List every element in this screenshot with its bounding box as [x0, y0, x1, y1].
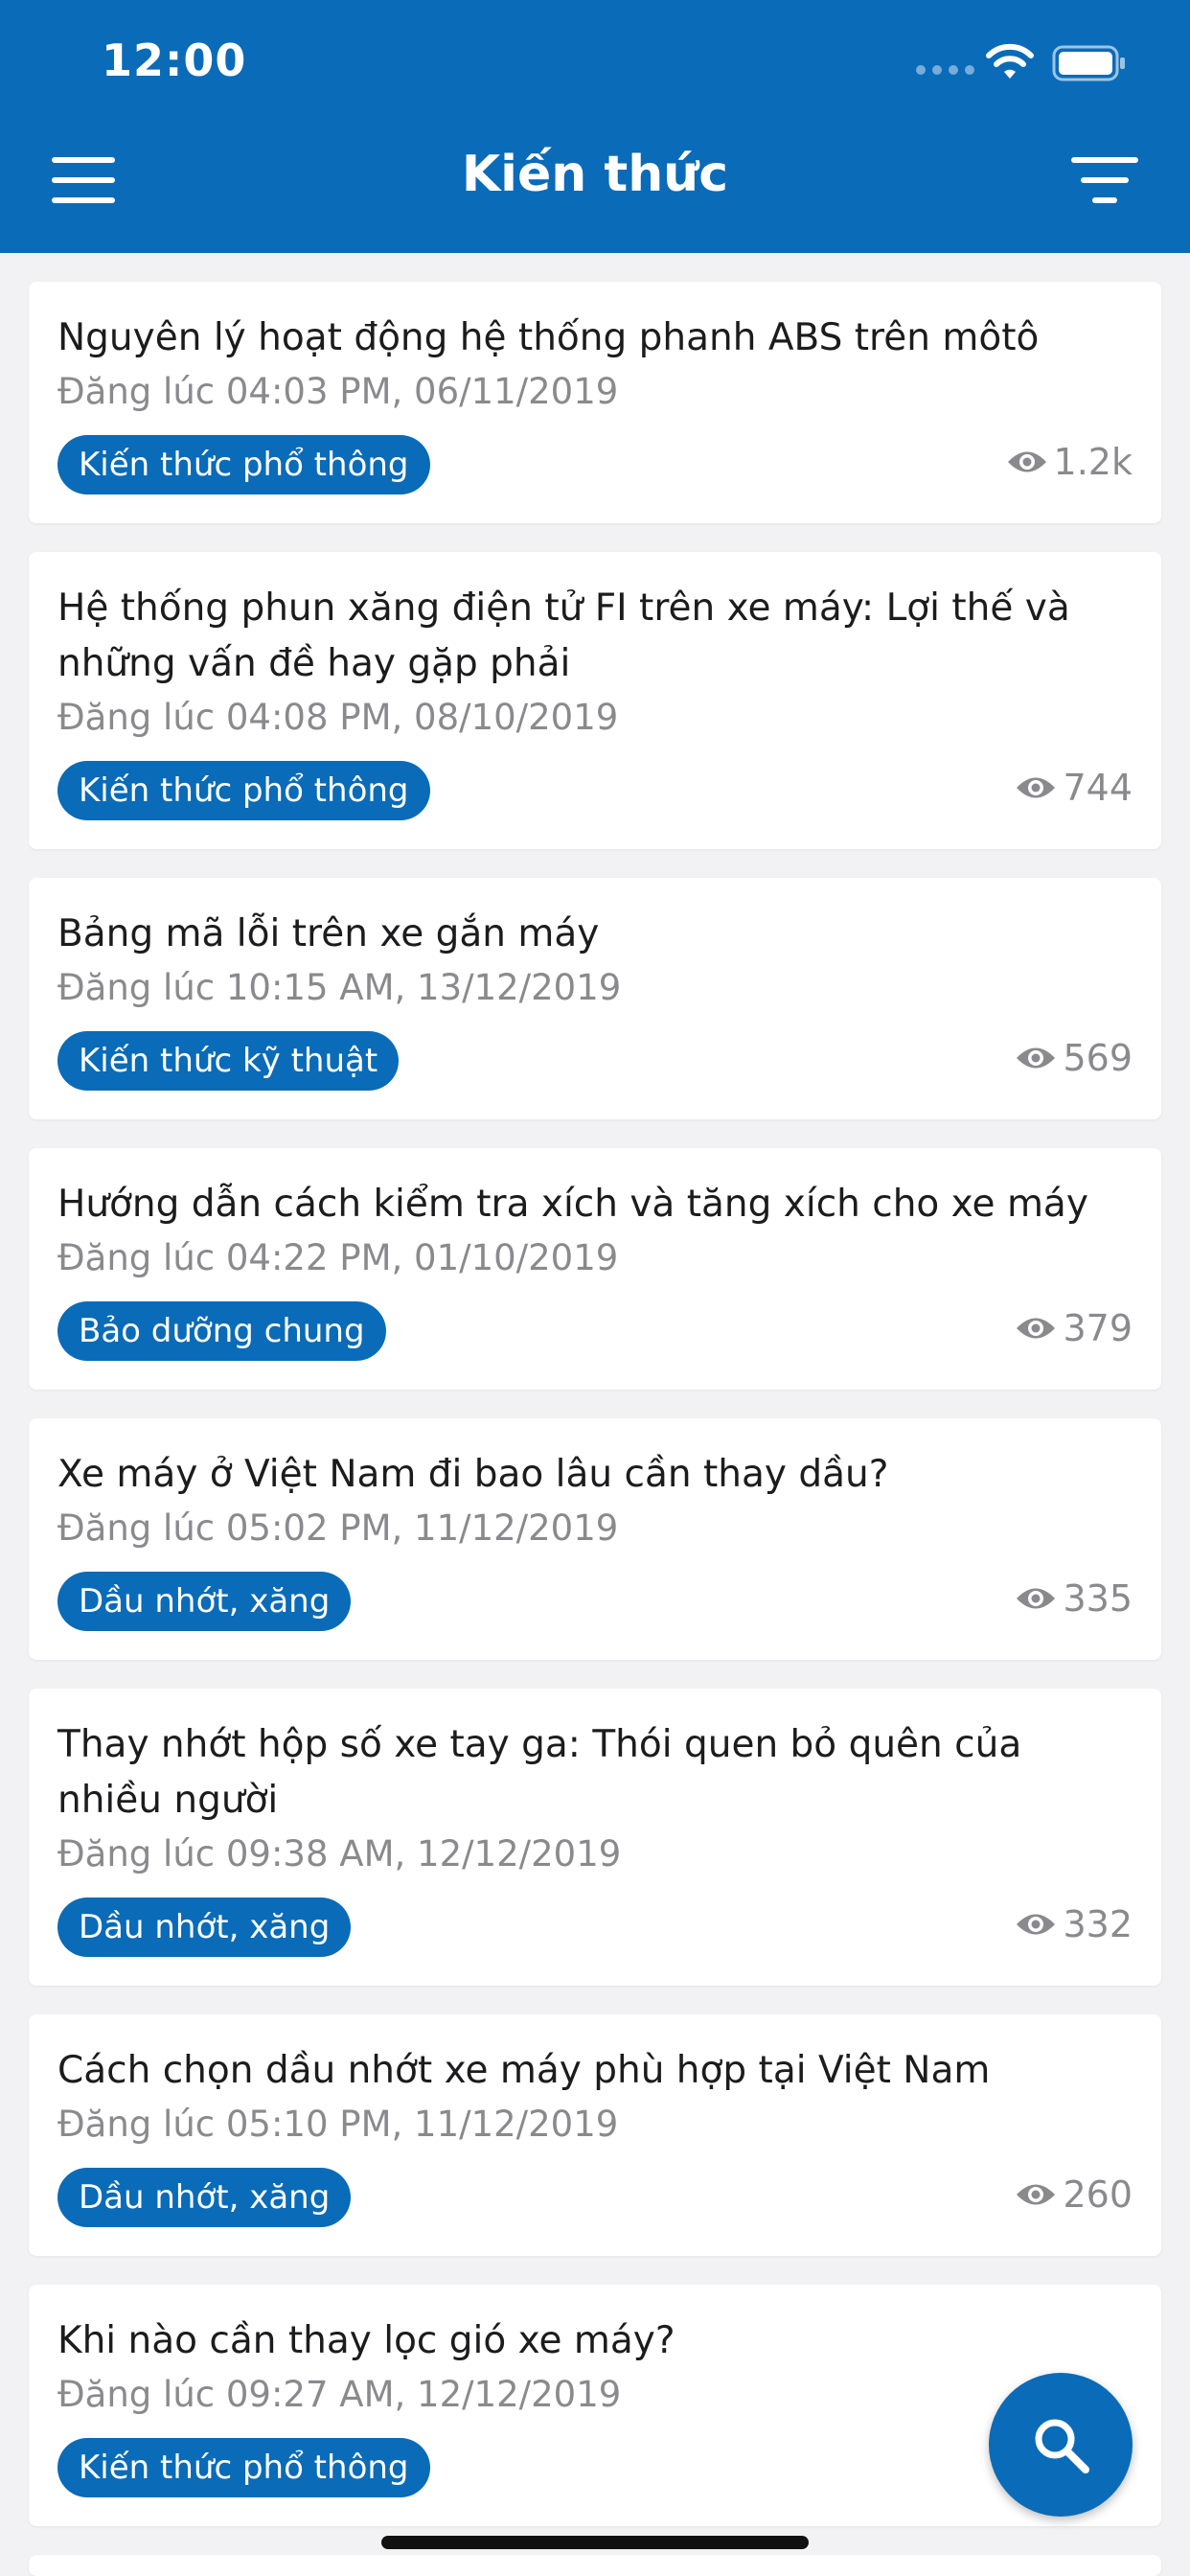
eye-icon — [1007, 451, 1046, 472]
eye-icon — [1017, 1318, 1056, 1339]
article-date: Đăng lúc 04:22 PM, 01/10/2019 — [57, 1237, 619, 1278]
cellular-signal-icon — [916, 65, 974, 75]
search-button[interactable] — [989, 2373, 1133, 2517]
article-category-tag[interactable]: Kiến thức kỹ thuật — [57, 1031, 400, 1091]
article-title: Nguyên lý hoạt động hệ thống phanh ABS t… — [57, 316, 1040, 359]
article-category-tag[interactable]: Bảo dưỡng chung — [57, 1301, 386, 1361]
article-card[interactable] — [29, 2555, 1161, 2576]
article-card[interactable]: Nguyên lý hoạt động hệ thống phanh ABS t… — [29, 282, 1161, 523]
article-views: 379 — [1015, 1307, 1133, 1349]
battery-icon — [1052, 45, 1125, 81]
article-views: 569 — [1015, 1037, 1133, 1079]
view-count: 569 — [1063, 1037, 1133, 1079]
view-count: 744 — [1063, 767, 1133, 809]
eye-icon — [1017, 1914, 1056, 1935]
eye-icon — [1017, 1588, 1056, 1609]
article-date: Đăng lúc 04:08 PM, 08/10/2019 — [57, 697, 619, 738]
article-date: Đăng lúc 09:38 AM, 12/12/2019 — [57, 1833, 622, 1874]
page-title: Kiến thức — [461, 146, 729, 203]
article-title: Cách chọn dầu nhớt xe máy phù hợp tại Vi… — [57, 2049, 991, 2092]
article-card[interactable]: Hệ thống phun xăng điện tử FI trên xe má… — [29, 552, 1161, 849]
article-category-tag[interactable]: Dầu nhớt, xăng — [57, 1572, 352, 1631]
article-views: 744 — [1015, 767, 1133, 809]
status-time: 12:00 — [102, 34, 247, 86]
article-views: 260 — [1015, 2174, 1133, 2216]
article-category-tag[interactable]: Kiến thức phổ thông — [57, 435, 430, 494]
app-header: 12:00 Kiến thức — [0, 0, 1190, 253]
article-date: Đăng lúc 09:27 AM, 12/12/2019 — [57, 2374, 622, 2415]
article-card[interactable]: Hướng dẫn cách kiểm tra xích và tăng xíc… — [29, 1148, 1161, 1390]
article-title: Hướng dẫn cách kiểm tra xích và tăng xíc… — [57, 1183, 1088, 1226]
article-title: Thay nhớt hộp số xe tay ga: Thói quen bỏ… — [57, 1723, 1022, 1822]
article-views: 332 — [1015, 1903, 1133, 1945]
article-date: Đăng lúc 10:15 AM, 13/12/2019 — [57, 967, 622, 1008]
article-title: Bảng mã lỗi trên xe gắn máy — [57, 912, 600, 955]
filter-icon — [1071, 157, 1138, 163]
article-title: Hệ thống phun xăng điện tử FI trên xe má… — [57, 586, 1070, 685]
article-category-tag[interactable]: Kiến thức phổ thông — [57, 2438, 430, 2497]
view-count: 260 — [1063, 2174, 1133, 2216]
view-count: 1.2k — [1053, 441, 1133, 483]
article-category-tag[interactable]: Kiến thức phổ thông — [57, 761, 430, 820]
view-count: 379 — [1063, 1307, 1133, 1349]
home-indicator — [381, 2536, 809, 2549]
article-card[interactable]: Khi nào cần thay lọc gió xe máy? Đăng lú… — [29, 2285, 1161, 2526]
article-date: Đăng lúc 05:10 PM, 11/12/2019 — [57, 2104, 619, 2145]
wifi-icon — [986, 43, 1034, 79]
article-category-tag[interactable]: Dầu nhớt, xăng — [57, 1898, 352, 1957]
article-card[interactable]: Cách chọn dầu nhớt xe máy phù hợp tại Vi… — [29, 2014, 1161, 2256]
search-icon — [1035, 2419, 1089, 2473]
article-date: Đăng lúc 05:02 PM, 11/12/2019 — [57, 1507, 619, 1549]
view-count: 332 — [1063, 1903, 1133, 1945]
filter-button[interactable] — [1064, 153, 1144, 207]
article-views: 335 — [1015, 1577, 1133, 1620]
article-title: Xe máy ở Việt Nam đi bao lâu cần thay dầ… — [57, 1453, 889, 1496]
article-card[interactable]: Bảng mã lỗi trên xe gắn máy Đăng lúc 10:… — [29, 878, 1161, 1119]
eye-icon — [1017, 777, 1056, 798]
article-card[interactable]: Thay nhớt hộp số xe tay ga: Thói quen bỏ… — [29, 1689, 1161, 1986]
view-count: 335 — [1063, 1577, 1133, 1620]
eye-icon — [1017, 2184, 1056, 2205]
article-title: Khi nào cần thay lọc gió xe máy? — [57, 2319, 675, 2362]
article-date: Đăng lúc 04:03 PM, 06/11/2019 — [57, 371, 619, 412]
article-views: 1.2k — [1006, 441, 1133, 483]
article-card[interactable]: Xe máy ở Việt Nam đi bao lâu cần thay dầ… — [29, 1418, 1161, 1660]
eye-icon — [1017, 1047, 1056, 1069]
article-category-tag[interactable]: Dầu nhớt, xăng — [57, 2168, 352, 2227]
